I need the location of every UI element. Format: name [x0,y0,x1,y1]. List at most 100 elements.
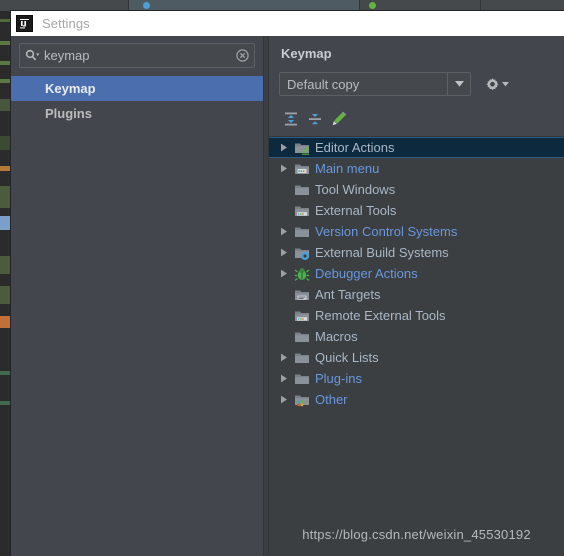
chevron-right-icon[interactable] [275,353,293,362]
tree-row[interactable]: Tool Windows [269,179,564,200]
chevron-right-icon[interactable] [275,248,293,257]
folder-icon [295,332,309,342]
settings-category-list: Keymap Plugins [11,76,263,126]
tree-row[interactable]: External Build Systems [269,242,564,263]
collapse-all-button[interactable] [303,108,327,130]
search-input-value[interactable]: keymap [44,48,236,63]
folder-other-icon [293,392,311,408]
folder-icon [293,224,311,240]
intellij-idea-logo-icon [16,15,33,32]
settings-dialog: Settings keymap Keymap Plugins Keymap De… [11,11,564,556]
folder-tools-icon [295,206,309,216]
collapse-all-icon [309,114,321,125]
folder-icon [295,227,309,237]
chevron-down-icon [502,81,509,86]
folder-build-icon [293,245,311,261]
screenshot-root: Settings keymap Keymap Plugins Keymap De… [0,0,564,556]
tree-row-label: External Build Systems [315,245,449,260]
settings-left-pane: keymap Keymap Plugins [11,36,263,556]
keymap-settings-button[interactable] [485,77,509,92]
folder-build-icon [295,248,309,260]
tree-row[interactable]: Ant Targets [269,284,564,305]
bug-icon [294,267,310,281]
folder-icon [293,350,311,366]
tree-row-label: Main menu [315,161,380,176]
folder-menu-icon [293,161,311,177]
gear-icon [486,77,499,90]
tree-row-label: Macros [315,329,358,344]
tree-row[interactable]: Plug-ins [269,368,564,389]
dialog-title: Settings [42,16,90,31]
folder-editor-icon [293,140,311,156]
tree-row[interactable]: Debugger Actions [269,263,564,284]
folder-tools-icon [293,203,311,219]
tree-row[interactable]: Macros [269,326,564,347]
search-area: keymap [11,36,263,68]
ide-tab-icon [143,2,150,9]
sidebar-item-keymap[interactable]: Keymap [11,76,263,101]
search-input[interactable]: keymap [19,43,255,68]
keymap-scheme-value: Default copy [287,76,360,92]
tree-row[interactable]: Main menu [269,158,564,179]
folder-icon [293,182,311,198]
chevron-right-icon[interactable] [275,395,293,404]
tree-row[interactable]: Quick Lists [269,347,564,368]
edit-shortcut-button[interactable] [327,108,351,130]
folder-tools-icon [293,308,311,324]
folder-icon [293,371,311,387]
tree-row[interactable]: Version Control Systems [269,221,564,242]
keymap-scheme-select[interactable]: Default copy [279,72,471,96]
folder-icon [295,353,309,363]
chevron-down-icon[interactable] [447,73,470,95]
chevron-right-icon[interactable] [275,374,293,383]
chevron-right-icon[interactable] [275,164,293,173]
tree-row-label: Remote External Tools [315,308,446,323]
tree-row-label: Plug-ins [315,371,362,386]
sidebar-item-label: Plugins [45,106,92,121]
folder-icon [295,185,309,195]
tree-row[interactable]: Other [269,389,564,410]
chevron-right-icon[interactable] [275,227,293,236]
ide-editor-tab[interactable] [481,0,564,11]
folder-editor-icon [295,143,309,155]
search-icon[interactable] [25,49,40,62]
dialog-body: keymap Keymap Plugins Keymap Default cop… [11,36,564,556]
tree-row[interactable]: External Tools [269,200,564,221]
keymap-scheme-row: Default copy [269,61,564,96]
folder-ant-icon [295,290,309,300]
bug-icon [293,266,311,282]
folder-icon [295,374,309,384]
ide-editor-sliver [0,11,11,556]
folder-icon [293,329,311,345]
sidebar-item-plugins[interactable]: Plugins [11,101,263,126]
tree-row-label: Editor Actions [315,140,395,155]
tree-row-label: Ant Targets [315,287,381,302]
tree-row[interactable]: Remote External Tools [269,305,564,326]
keymap-toolbar [269,96,564,136]
ide-editor-tab[interactable] [0,0,129,11]
chevron-right-icon[interactable] [275,143,293,152]
expand-all-button[interactable] [279,108,303,130]
keymap-actions-tree[interactable]: Editor Actions Main menu Tool Windows Exter… [269,136,564,556]
tree-row-label: Quick Lists [315,350,379,365]
tree-row-label: Tool Windows [315,182,396,197]
folder-menu-icon [295,164,309,174]
dialog-titlebar[interactable]: Settings [11,11,564,36]
tree-row-label: Other [315,392,348,407]
chevron-right-icon[interactable] [275,269,293,278]
clear-icon[interactable] [236,49,249,62]
ide-editor-tab[interactable] [360,0,481,11]
tree-row-label: Version Control Systems [315,224,458,239]
ide-editor-tab[interactable] [129,0,360,11]
folder-tools-icon [295,311,309,321]
expand-all-icon [285,112,297,126]
folder-ant-icon [293,287,311,303]
ide-tab-icon [369,2,376,9]
tree-row[interactable]: Editor Actions [269,137,564,158]
page-title: Keymap [281,46,332,61]
tree-row-label: Debugger Actions [315,266,418,281]
folder-other-icon [295,395,309,406]
pencil-icon [332,111,347,126]
tree-row-label: External Tools [315,203,397,218]
sidebar-item-label: Keymap [45,81,96,96]
